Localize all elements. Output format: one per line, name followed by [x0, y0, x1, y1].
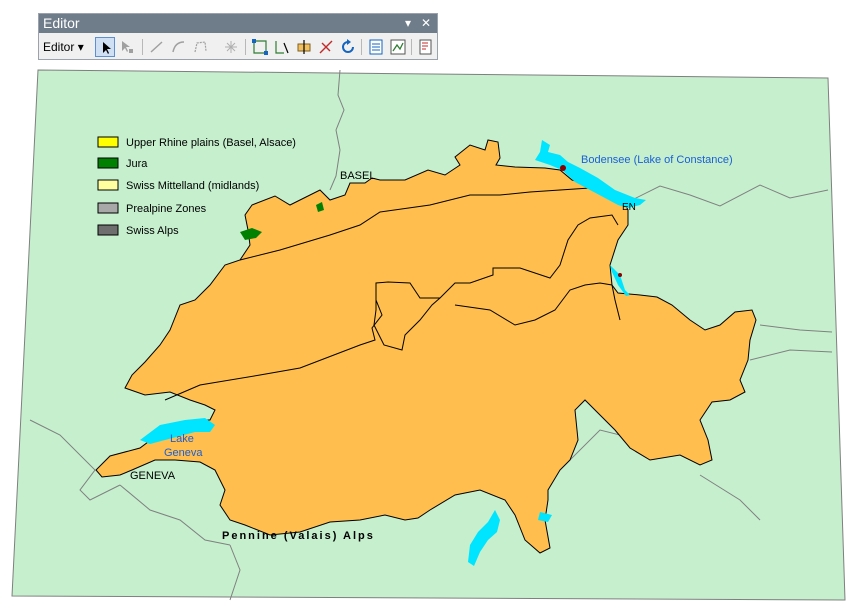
reshape-icon — [275, 41, 284, 54]
label-bodensee: Bodensee (Lake of Constance) — [581, 154, 733, 166]
editor-toolbar: Editor ▾ ✕ Editor ▾ — [38, 13, 438, 60]
point-tool-icon — [225, 41, 237, 53]
edit-tool-button[interactable] — [95, 37, 115, 57]
editor-menu-label: Editor — [43, 40, 75, 54]
toolbar-row: Editor ▾ — [39, 34, 437, 60]
legend-label-alps: Swiss Alps — [126, 225, 179, 237]
straight-segment-button[interactable] — [147, 37, 167, 57]
annotation-pointer-icon — [122, 41, 130, 52]
point-marker — [560, 165, 566, 171]
construction-tools-button[interactable] — [191, 37, 211, 57]
toolbar-separator — [411, 39, 412, 55]
label-lake-geneva-line1: Lake — [170, 433, 194, 445]
label-lake-geneva-line2: Geneva — [164, 447, 203, 459]
legend-label-upper-rhine: Upper Rhine plains (Basel, Alsace) — [126, 137, 296, 149]
sketch-properties-button[interactable] — [388, 37, 408, 57]
point-marker — [618, 273, 622, 277]
legend-swatch-upper-rhine — [97, 136, 119, 148]
label-edge-fragment: EN — [622, 202, 636, 213]
toolbar-titlebar[interactable]: Editor ▾ ✕ — [39, 14, 437, 33]
label-basel: BASEL — [340, 170, 375, 182]
reshape-feature-button[interactable] — [272, 37, 292, 57]
map-canvas[interactable]: Upper Rhine plains (Basel, Alsace) Jura … — [0, 0, 846, 607]
arc-segment-button[interactable] — [169, 37, 189, 57]
split-icon — [319, 40, 333, 54]
legend-label-prealpine: Prealpine Zones — [126, 203, 207, 215]
edit-vertices-button[interactable] — [250, 37, 270, 57]
line-icon — [150, 41, 163, 53]
legend-label-mittelland: Swiss Mittelland (midlands) — [126, 180, 259, 192]
pointer-icon — [103, 42, 111, 54]
arc-icon — [172, 41, 185, 53]
create-features-icon — [419, 39, 432, 55]
toolbar-separator — [361, 39, 362, 55]
label-pennine-alps: Pennine (Valais) Alps — [222, 530, 375, 542]
label-geneva: GENEVA — [130, 470, 176, 482]
toolbar-separator — [142, 39, 143, 55]
toolbar-separator — [245, 39, 246, 55]
toolbar-title: Editor — [43, 15, 80, 31]
legend-swatch-mittelland — [97, 179, 119, 191]
editor-menu-button[interactable]: Editor ▾ — [43, 38, 84, 56]
cut-polygons-button[interactable] — [294, 37, 314, 57]
close-icon[interactable]: ✕ — [419, 15, 433, 31]
edit-annotation-tool-button[interactable] — [117, 37, 137, 57]
polygon-tool-icon — [194, 41, 207, 53]
create-features-button[interactable] — [416, 37, 436, 57]
split-tool-button[interactable] — [316, 37, 336, 57]
attributes-button[interactable] — [366, 37, 386, 57]
point-tool-button[interactable] — [221, 37, 241, 57]
legend-swatch-prealpine — [97, 202, 119, 214]
toolbar-options-icon[interactable]: ▾ — [401, 15, 415, 31]
legend-label-jura: Jura — [126, 158, 148, 170]
rotate-tool-button[interactable] — [338, 37, 358, 57]
legend-swatch-alps — [97, 224, 119, 236]
legend-swatch-jura — [97, 157, 119, 169]
